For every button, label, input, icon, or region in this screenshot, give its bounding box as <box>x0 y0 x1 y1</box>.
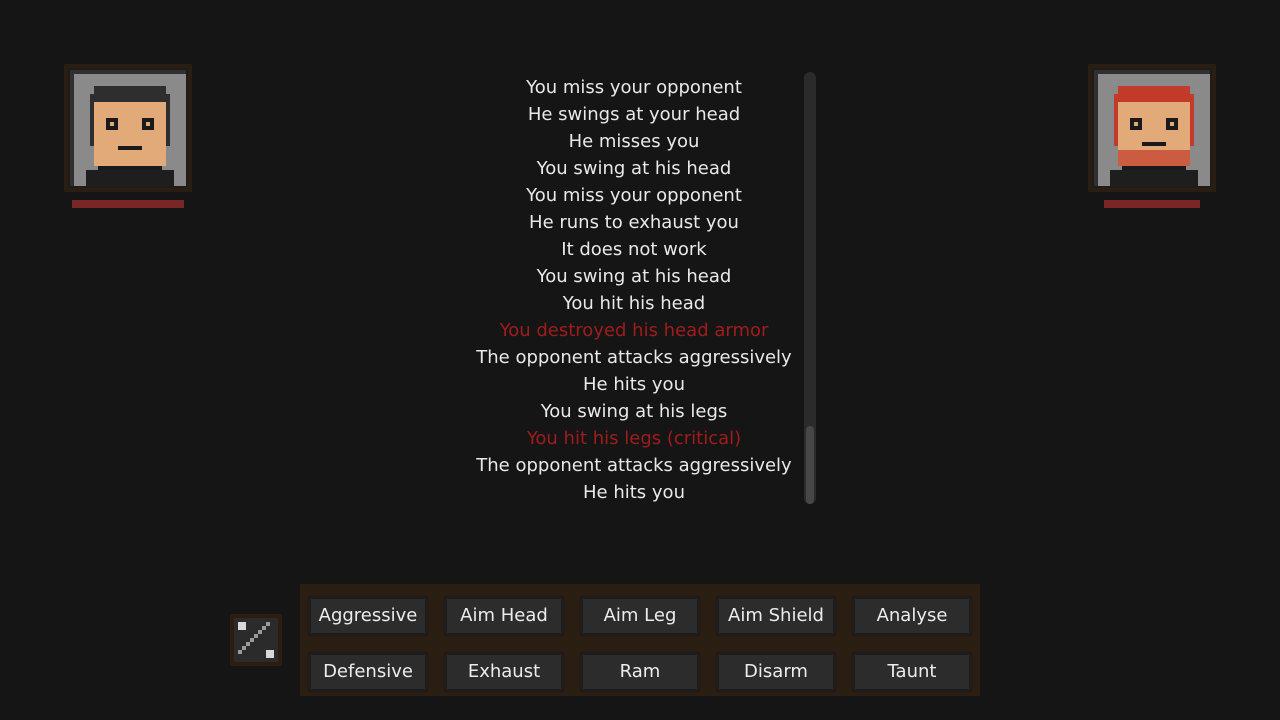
combat-log-line: You swing at his head <box>536 266 732 287</box>
aim-shield-button[interactable]: Aim Shield <box>716 596 836 636</box>
combat-log-line: It does not work <box>561 239 707 260</box>
aim-leg-button[interactable]: Aim Leg <box>580 596 700 636</box>
taunt-button[interactable]: Taunt <box>852 652 972 692</box>
combat-log-line: The opponent attacks aggressively <box>476 347 792 368</box>
ram-button[interactable]: Ram <box>580 652 700 692</box>
player-avatar-icon <box>74 74 186 186</box>
aim-head-button[interactable]: Aim Head <box>444 596 564 636</box>
disarm-button[interactable]: Disarm <box>716 652 836 692</box>
stance-toggle-button[interactable] <box>230 614 282 666</box>
combat-log-scrollbar[interactable] <box>804 72 816 504</box>
defensive-button[interactable]: Defensive <box>308 652 428 692</box>
analyse-button[interactable]: Analyse <box>852 596 972 636</box>
combat-log: You miss your opponent He swings at your … <box>440 70 828 510</box>
combat-log-line: The opponent attacks aggressively <box>476 455 792 476</box>
combat-log-line: He runs to exhaust you <box>529 212 739 233</box>
opponent-portrait <box>1088 64 1216 192</box>
opponent-health-bar <box>1104 200 1200 208</box>
crossed-weapon-icon <box>238 622 274 658</box>
combat-log-alert-line: You hit his legs (critical) <box>526 428 742 449</box>
combat-log-alert-line: You destroyed his head armor <box>499 320 769 341</box>
exhaust-button[interactable]: Exhaust <box>444 652 564 692</box>
player-portrait <box>64 64 192 192</box>
combat-log-line: You swing at his head <box>536 158 732 179</box>
combat-log-scrollbar-thumb[interactable] <box>806 426 814 504</box>
action-panel: Aggressive Aim Head Aim Leg Aim Shield Analy… <box>300 584 980 696</box>
combat-log-line: You swing at his legs <box>540 401 728 422</box>
opponent-avatar-icon <box>1098 74 1210 186</box>
combat-log-line: He swings at your head <box>527 104 741 125</box>
combat-log-line: You miss your opponent <box>526 185 742 206</box>
combat-log-line: You miss your opponent <box>526 77 742 98</box>
combat-log-line: He misses you <box>568 131 700 152</box>
combat-log-lines: You miss your opponent He swings at your … <box>440 74 828 506</box>
combat-log-line: You hit his head <box>562 293 706 314</box>
combat-log-line: He hits you <box>583 374 685 395</box>
combat-log-line: He hits you <box>583 482 685 503</box>
player-health-bar <box>72 200 184 208</box>
aggressive-button[interactable]: Aggressive <box>308 596 428 636</box>
